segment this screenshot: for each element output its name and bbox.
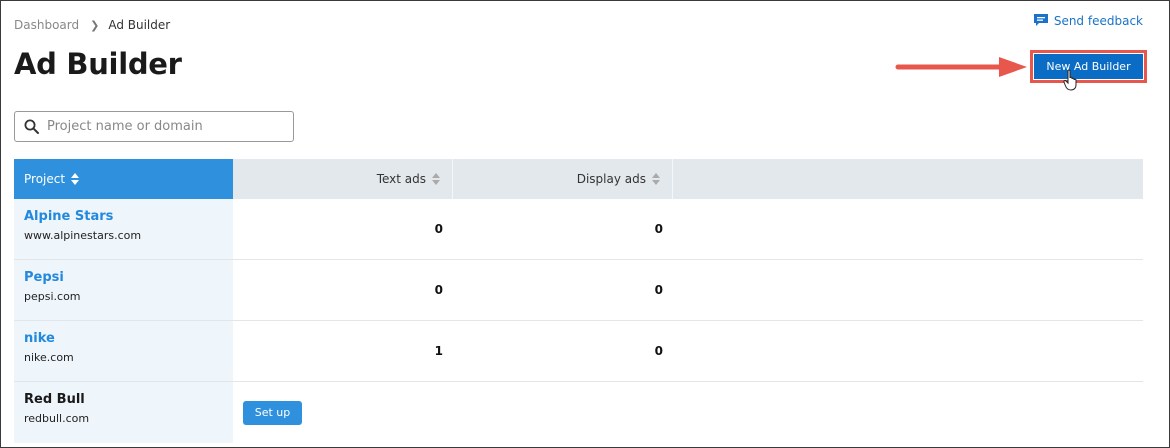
arrow-annotation-icon (895, 57, 1027, 77)
chat-icon (1033, 14, 1048, 26)
column-header-project-label: Project (24, 172, 66, 186)
project-cell: Alpine Stars www.alpinestars.com (14, 199, 233, 259)
text-ads-count: 0 (434, 222, 443, 236)
column-header-text-ads-label: Text ads (376, 172, 426, 186)
project-cell: Pepsi pepsi.com (14, 260, 233, 320)
search-box (14, 111, 294, 142)
breadcrumb-dashboard[interactable]: Dashboard (14, 18, 79, 32)
table-row: Alpine Stars www.alpinestars.com 0 0 (14, 199, 1143, 260)
text-ads-count: 1 (434, 344, 443, 358)
project-domain: www.alpinestars.com (24, 229, 142, 242)
setup-cell: Set up (233, 382, 673, 443)
project-name-link[interactable]: Alpine Stars (24, 209, 233, 224)
project-cell: Red Bull redbull.com (14, 382, 233, 443)
breadcrumb: Dashboard ❯ Ad Builder (14, 18, 170, 32)
project-name-link[interactable]: Pepsi (24, 270, 233, 285)
column-header-project[interactable]: Project (14, 159, 233, 199)
sort-icon (432, 173, 440, 185)
table-header: Project Text ads Display ads (14, 159, 1143, 199)
table-row: nike nike.com 1 0 (14, 321, 1143, 382)
project-domain: pepsi.com (24, 290, 81, 303)
table-row: Red Bull redbull.com Set up (14, 382, 1143, 443)
project-domain: redbull.com (24, 412, 90, 425)
project-cell: nike nike.com (14, 321, 233, 381)
send-feedback-link[interactable]: Send feedback (1033, 13, 1143, 28)
sort-icon (652, 173, 660, 185)
display-ads-count: 0 (654, 283, 663, 297)
page-title: Ad Builder (14, 47, 182, 81)
project-domain: nike.com (24, 351, 74, 364)
set-up-button[interactable]: Set up (243, 400, 302, 425)
search-icon (24, 119, 39, 134)
search-input[interactable] (47, 119, 277, 134)
send-feedback-label: Send feedback (1053, 13, 1143, 28)
new-ad-builder-button[interactable]: New Ad Builder (1034, 54, 1143, 79)
column-header-text-ads[interactable]: Text ads (233, 159, 453, 199)
chevron-right-icon: ❯ (90, 18, 100, 32)
projects-table: Project Text ads Display ads Alpine Star… (14, 159, 1143, 443)
text-ads-count: 0 (434, 283, 443, 297)
breadcrumb-current: Ad Builder (108, 18, 171, 32)
column-header-display-ads[interactable]: Display ads (453, 159, 673, 199)
sort-icon (71, 173, 80, 185)
display-ads-count: 0 (654, 344, 663, 358)
column-header-display-ads-label: Display ads (576, 172, 646, 186)
display-ads-count: 0 (654, 222, 663, 236)
project-name-link[interactable]: nike (24, 331, 233, 346)
hand-cursor-icon (1063, 69, 1077, 91)
project-name: Red Bull (24, 392, 85, 407)
table-row: Pepsi pepsi.com 0 0 (14, 260, 1143, 321)
